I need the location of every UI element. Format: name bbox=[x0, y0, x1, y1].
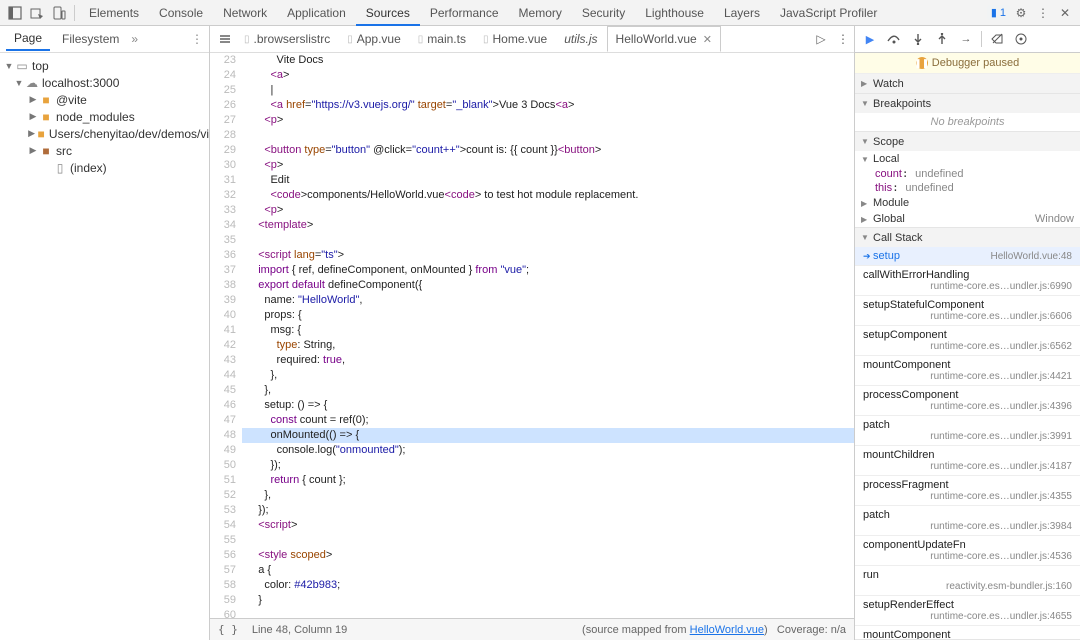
pause-badge-icon: ❚❚ bbox=[916, 57, 928, 69]
close-icon[interactable]: ✕ bbox=[1054, 2, 1076, 24]
tree-folder[interactable]: ▶■src bbox=[0, 142, 209, 159]
editor-pane: ▯.browserslistrc▯App.vue▯main.ts▯Home.vu… bbox=[210, 26, 854, 640]
divider bbox=[74, 5, 75, 21]
device-icon[interactable] bbox=[48, 2, 70, 24]
callstack-frame[interactable]: setupRenderEffectruntime-core.es…undler.… bbox=[855, 596, 1080, 626]
file-icon: ▯ bbox=[347, 34, 353, 45]
deactivate-bp-icon[interactable] bbox=[986, 28, 1008, 50]
callstack-frame[interactable]: setupStatefulComponentruntime-core.es…un… bbox=[855, 296, 1080, 326]
debugger-toolbar: ▶ → bbox=[855, 26, 1080, 53]
file-tab[interactable]: ▯App.vue bbox=[339, 26, 410, 52]
navigator-more-icon[interactable]: » bbox=[131, 32, 138, 46]
nav-history-icon[interactable] bbox=[214, 28, 236, 50]
navigator-header: Page Filesystem » ⋮ bbox=[0, 26, 209, 53]
file-tree: ▼▭top ▼☁localhost:3000 ▶■@vite▶■node_mod… bbox=[0, 53, 209, 640]
navigator-pane: Page Filesystem » ⋮ ▼▭top ▼☁localhost:30… bbox=[0, 26, 210, 640]
navigator-tab-page[interactable]: Page bbox=[6, 27, 50, 51]
callstack-frame[interactable]: setupHelloWorld.vue:48 bbox=[855, 247, 1080, 266]
debugger-pane: ▶ → ❚❚ Debugger paused ▶Watch ▼Breakpoin… bbox=[854, 26, 1080, 640]
debugger-paused-banner: ❚❚ Debugger paused bbox=[855, 53, 1080, 74]
file-tab[interactable]: ▯.browserslistrc bbox=[236, 26, 339, 52]
file-tab[interactable]: utils.js bbox=[556, 26, 606, 52]
callstack-frame[interactable]: mountChildrenruntime-core.es…undler.js:4… bbox=[855, 446, 1080, 476]
settings-icon[interactable]: ⚙ bbox=[1010, 2, 1032, 24]
cursor-position: Line 48, Column 19 bbox=[252, 624, 347, 636]
callstack-frame[interactable]: componentUpdateFnruntime-core.es…undler.… bbox=[855, 536, 1080, 566]
scope-global[interactable]: ▶GlobalWindow bbox=[855, 211, 1080, 227]
tree-file-index[interactable]: ▯(index) bbox=[0, 159, 209, 176]
pretty-print-icon[interactable]: { } bbox=[218, 623, 238, 636]
issue-count[interactable]: ▮1 bbox=[987, 5, 1010, 20]
navigator-tab-filesystem[interactable]: Filesystem bbox=[54, 28, 127, 50]
step-icon[interactable]: → bbox=[955, 28, 977, 50]
callstack-frame[interactable]: patchruntime-core.es…undler.js:3984 bbox=[855, 506, 1080, 536]
tree-folder[interactable]: ▶■@vite bbox=[0, 91, 209, 108]
code-editor[interactable]: 2324252627282930313233343536373839404142… bbox=[210, 53, 854, 618]
file-tab[interactable]: ▯main.ts bbox=[410, 26, 475, 52]
more-icon[interactable]: ⋮ bbox=[1032, 2, 1054, 24]
coverage-status: Coverage: n/a bbox=[777, 624, 846, 636]
step-out-icon[interactable] bbox=[931, 28, 953, 50]
callstack-frame[interactable]: setupComponentruntime-core.es…undler.js:… bbox=[855, 326, 1080, 356]
devtools-tabbar: ElementsConsoleNetworkApplicationSources… bbox=[0, 0, 1080, 26]
more-editor-icon[interactable]: ⋮ bbox=[832, 28, 854, 50]
resume-icon[interactable]: ▶ bbox=[859, 28, 881, 50]
file-tab[interactable]: ▯Home.vue bbox=[475, 26, 556, 52]
callstack-frame[interactable]: mountComponentruntime-core.es…undler.js:… bbox=[855, 356, 1080, 386]
step-into-icon[interactable] bbox=[907, 28, 929, 50]
scope-module[interactable]: ▶Module bbox=[855, 195, 1080, 211]
callstack-frame[interactable]: processFragmentruntime-core.es…undler.js… bbox=[855, 476, 1080, 506]
scope-variable[interactable]: this: undefined bbox=[855, 181, 1080, 195]
section-callstack[interactable]: ▼Call Stack bbox=[855, 228, 1080, 247]
step-over-icon[interactable] bbox=[883, 28, 905, 50]
callstack-frame[interactable]: processComponentruntime-core.es…undler.j… bbox=[855, 386, 1080, 416]
navigator-menu-icon[interactable]: ⋮ bbox=[191, 32, 203, 46]
section-watch[interactable]: ▶Watch bbox=[855, 74, 1080, 93]
panel-tab-lighthouse[interactable]: Lighthouse bbox=[635, 0, 714, 26]
tree-top[interactable]: ▼▭top bbox=[0, 57, 209, 74]
panel-tab-network[interactable]: Network bbox=[213, 0, 277, 26]
select-element-icon[interactable] bbox=[26, 2, 48, 24]
scope-local[interactable]: ▼Local bbox=[855, 151, 1080, 167]
section-scope[interactable]: ▼Scope bbox=[855, 132, 1080, 151]
panel-tab-layers[interactable]: Layers bbox=[714, 0, 770, 26]
close-tab-icon[interactable]: ✕ bbox=[703, 33, 712, 46]
panel-tab-performance[interactable]: Performance bbox=[420, 0, 509, 26]
callstack-frame[interactable]: runreactivity.esm-bundler.js:160 bbox=[855, 566, 1080, 596]
panel-tab-memory[interactable]: Memory bbox=[509, 0, 572, 26]
tree-folder[interactable]: ▶■node_modules bbox=[0, 108, 209, 125]
panel-tab-application[interactable]: Application bbox=[277, 0, 356, 26]
status-bar: { } Line 48, Column 19 (source mapped fr… bbox=[210, 618, 854, 640]
scope-variable[interactable]: count: undefined bbox=[855, 167, 1080, 181]
callstack-frame[interactable]: callWithErrorHandlingruntime-core.es…und… bbox=[855, 266, 1080, 296]
panel-tab-sources[interactable]: Sources bbox=[356, 0, 420, 26]
tree-host[interactable]: ▼☁localhost:3000 bbox=[0, 74, 209, 91]
callstack-frame[interactable]: mountComponentruntime-core.es…undler.js:… bbox=[855, 626, 1080, 639]
dock-icon[interactable] bbox=[4, 2, 26, 24]
file-tabbar: ▯.browserslistrc▯App.vue▯main.ts▯Home.vu… bbox=[210, 26, 854, 53]
panel-tab-security[interactable]: Security bbox=[572, 0, 635, 26]
section-breakpoints[interactable]: ▼Breakpoints bbox=[855, 94, 1080, 113]
run-snippet-icon[interactable]: ▷ bbox=[810, 28, 832, 50]
tree-folder[interactable]: ▶■Users/chenyitao/dev/demos/vi bbox=[0, 125, 209, 142]
panel-tab-elements[interactable]: Elements bbox=[79, 0, 149, 26]
file-icon: ▯ bbox=[418, 34, 424, 45]
file-icon: ▯ bbox=[483, 34, 489, 45]
source-map-link[interactable]: HelloWorld.vue bbox=[690, 624, 764, 636]
file-tab[interactable]: HelloWorld.vue✕ bbox=[607, 26, 721, 52]
callstack-frame[interactable]: patchruntime-core.es…undler.js:3991 bbox=[855, 416, 1080, 446]
panel-tab-console[interactable]: Console bbox=[149, 0, 213, 26]
no-breakpoints: No breakpoints bbox=[855, 113, 1080, 131]
pause-exceptions-icon[interactable] bbox=[1010, 28, 1032, 50]
file-icon: ▯ bbox=[244, 34, 250, 45]
panel-tab-javascript-profiler[interactable]: JavaScript Profiler bbox=[770, 0, 887, 26]
